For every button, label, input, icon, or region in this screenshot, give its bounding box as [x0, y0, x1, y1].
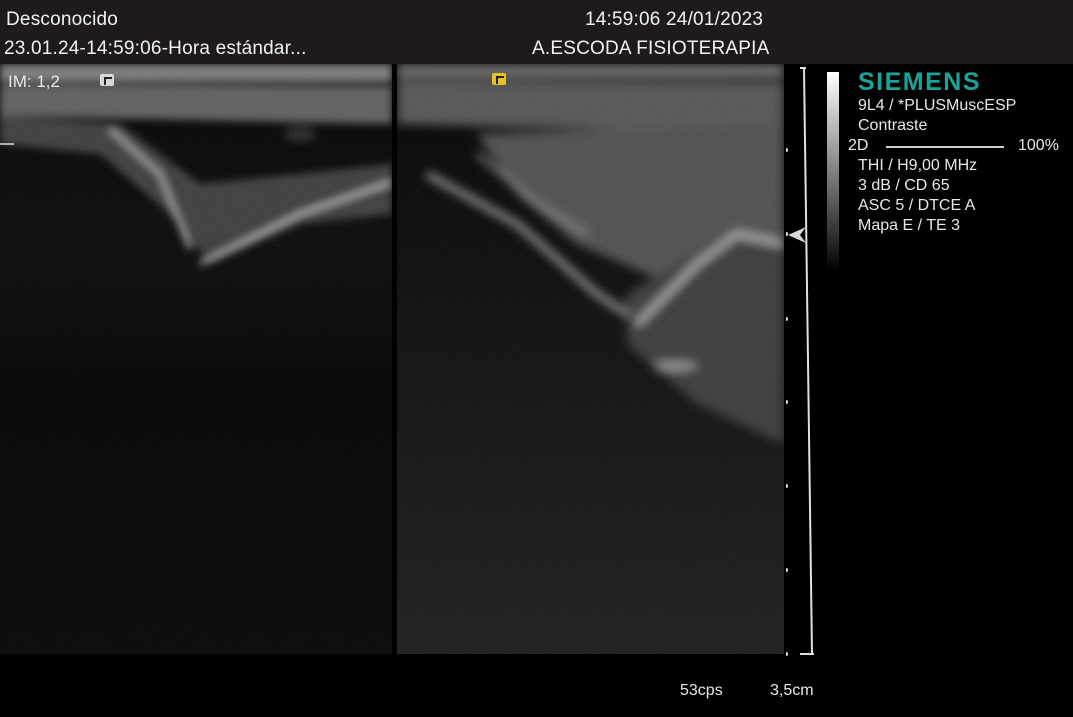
orientation-marker-left-icon [100, 74, 114, 86]
depth-scale [786, 64, 814, 658]
image-magnification-label: IM: 1,2 [8, 72, 60, 91]
ultrasound-pane-right [397, 64, 784, 654]
mode-power-line [886, 146, 1004, 148]
study-id: 23.01.24-14:59:06-Hora estándar... [4, 38, 307, 59]
depth-value: 3,5cm [770, 682, 814, 699]
gain-info: 3 dB / CD 65 [858, 177, 950, 194]
asc-info: ASC 5 / DTCE A [858, 197, 976, 214]
mode-power-value: 100% [1018, 137, 1059, 154]
ultrasound-pane-left [0, 64, 392, 654]
thi-frequency-info: THI / H9,00 MHz [858, 157, 978, 174]
grayscale-bar [827, 72, 839, 272]
preset-info: Contraste [858, 117, 928, 134]
brand-logo: SIEMENS [858, 68, 982, 96]
institution-name: A.ESCODA FISIOTERAPIA [532, 38, 770, 59]
frame-rate: 53cps [680, 682, 723, 699]
mode-row: 2D 100% [848, 137, 1070, 157]
mode-label: 2D [848, 137, 869, 154]
header-bar: Desconocido 23.01.24-14:59:06-Hora están… [0, 0, 1073, 64]
transducer-info: 9L4 / *PLUSMuscESP [858, 97, 1017, 114]
ultrasound-image: IM: 1,2 [0, 64, 784, 654]
map-info: Mapa E / TE 3 [858, 217, 960, 234]
exam-datetime: 14:59:06 24/01/2023 [585, 9, 764, 30]
orientation-marker-right-icon [492, 73, 506, 85]
patient-name: Desconocido [6, 9, 119, 30]
